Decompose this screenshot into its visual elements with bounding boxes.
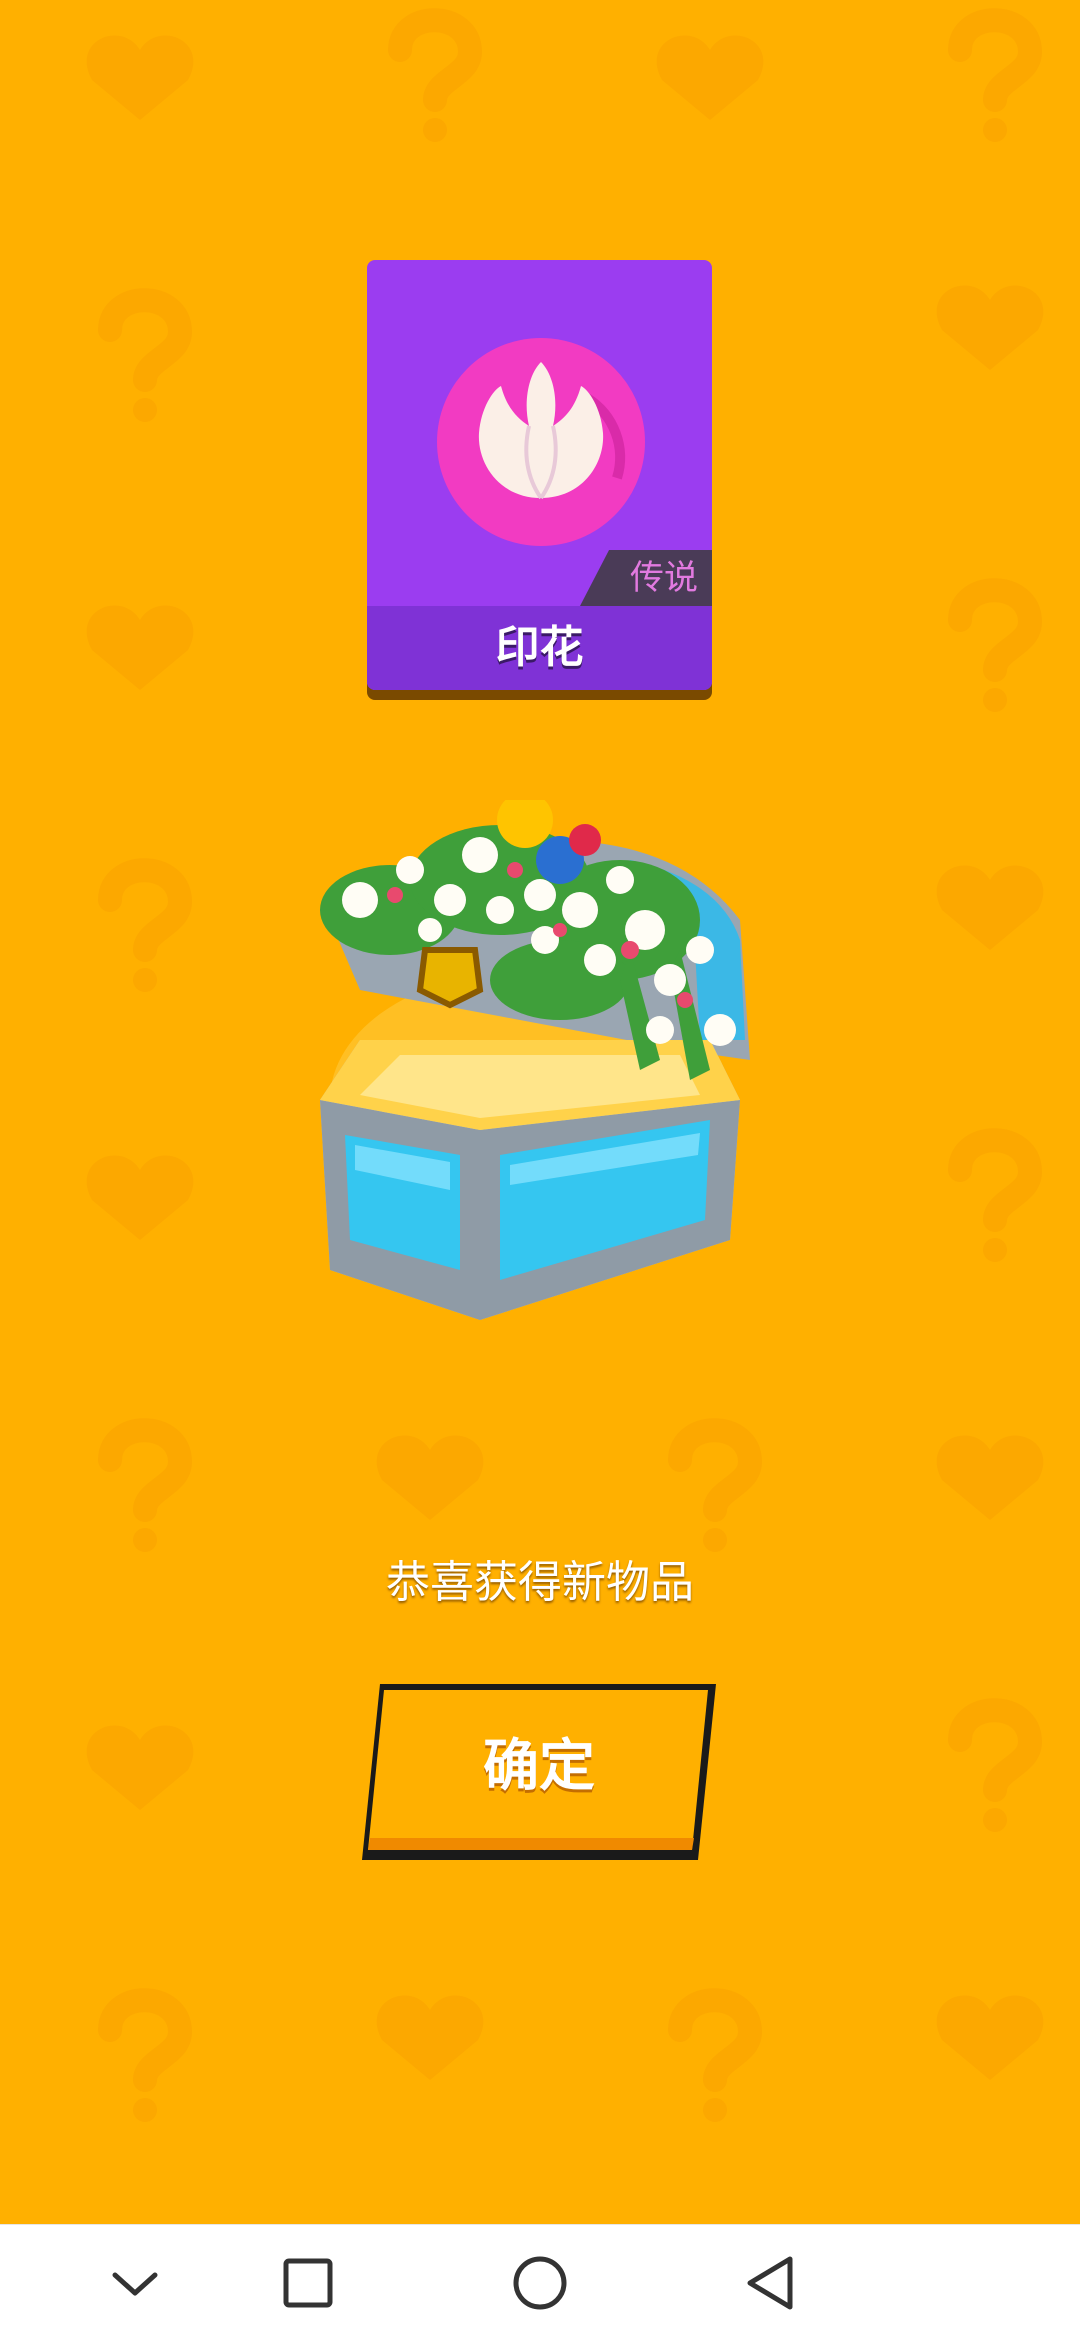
confirm-button[interactable]: 确定 — [360, 1680, 718, 1864]
reward-message: 恭喜获得新物品 — [386, 1557, 694, 1608]
tulip-icon — [437, 338, 645, 546]
reward-screen: 传说 印花 恭喜获得新物品 确定 — [0, 0, 1080, 2224]
home-circle-icon[interactable] — [500, 2243, 580, 2323]
system-navigation-bar — [0, 2224, 1080, 2341]
item-name: 印花 — [495, 622, 584, 673]
back-triangle-icon[interactable] — [730, 2243, 810, 2323]
recents-square-icon[interactable] — [268, 2243, 348, 2323]
rarity-badge: 传说 — [580, 550, 712, 606]
chevron-down-icon[interactable] — [95, 2243, 175, 2323]
flower-treasure-chest-image — [320, 800, 750, 1320]
confirm-button-label: 确定 — [483, 1734, 595, 1799]
item-card: 传说 印花 — [367, 260, 712, 690]
